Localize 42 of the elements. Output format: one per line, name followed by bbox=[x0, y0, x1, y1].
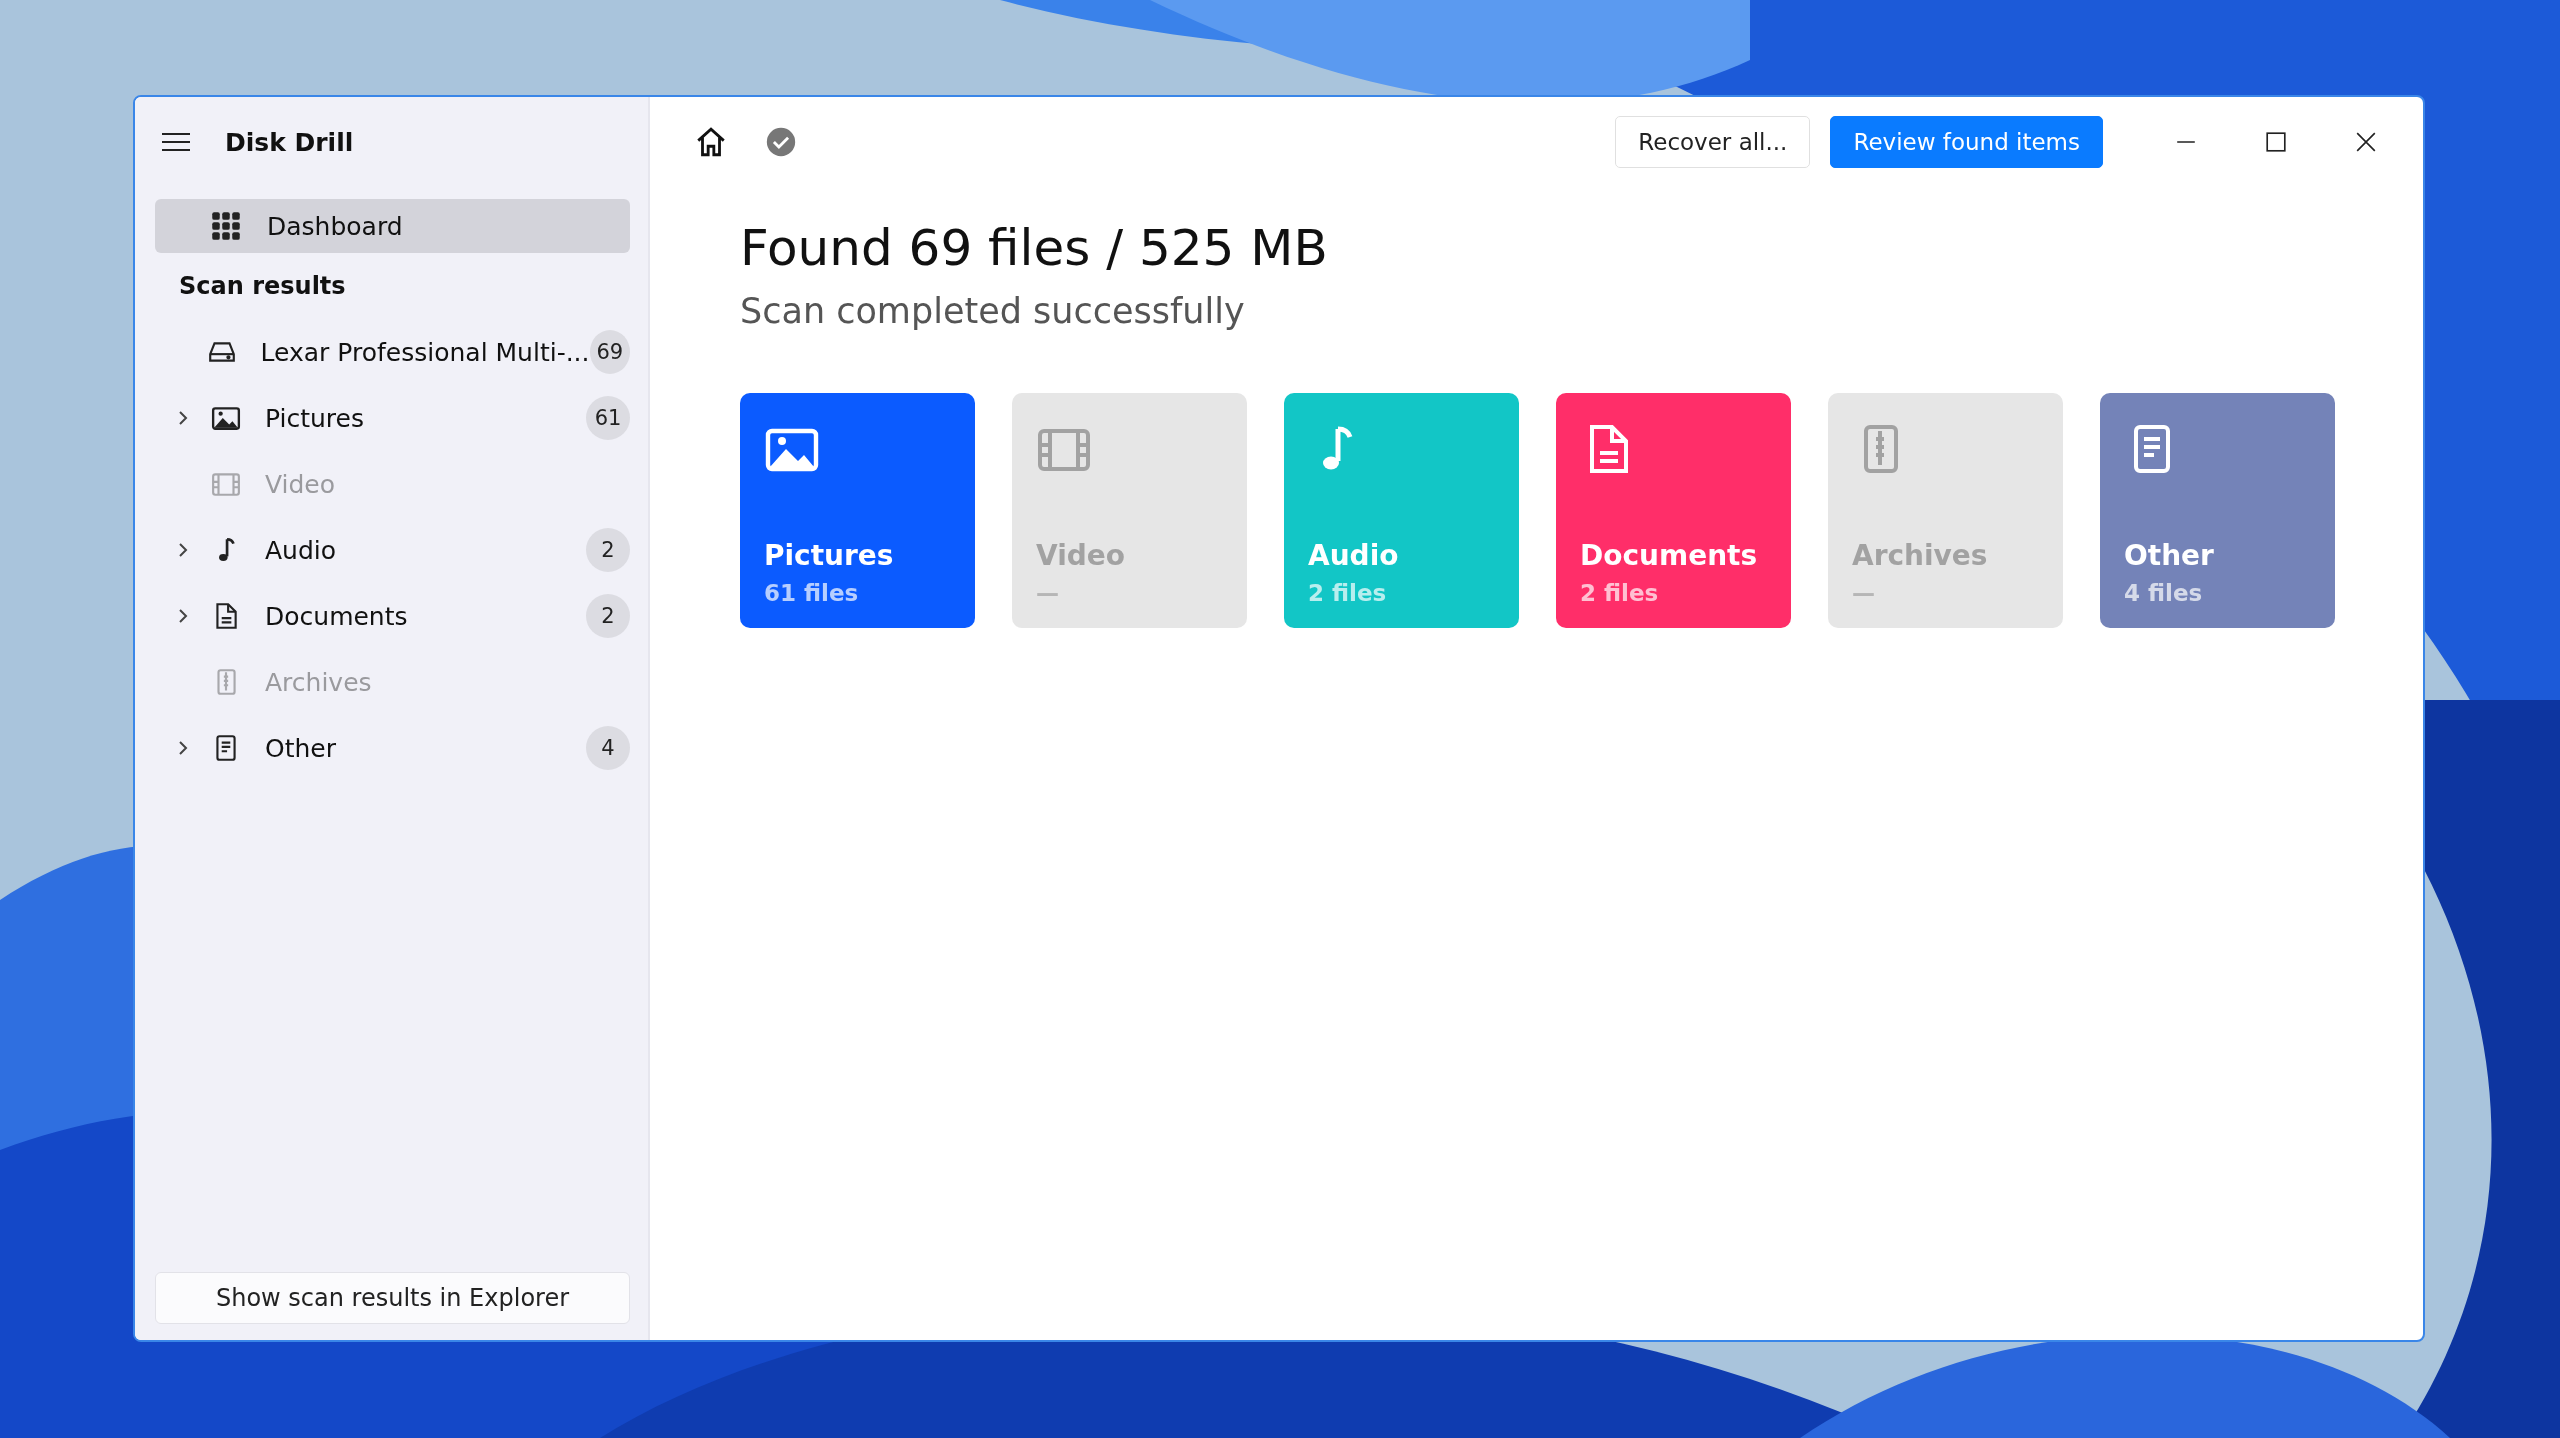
category-card[interactable]: Other 4 files bbox=[2100, 393, 2335, 628]
review-button[interactable]: Review found items bbox=[1830, 116, 2103, 168]
check-circle-icon[interactable] bbox=[764, 125, 798, 159]
grid-icon bbox=[211, 211, 241, 241]
card-title: Video bbox=[1036, 539, 1127, 572]
close-icon[interactable] bbox=[2355, 131, 2377, 153]
maximize-icon[interactable] bbox=[2265, 131, 2287, 153]
card-detail: — bbox=[1036, 580, 1060, 606]
card-title: Audio bbox=[1308, 539, 1400, 572]
category-card[interactable]: Documents 2 files bbox=[1556, 393, 1791, 628]
section-title: Scan results bbox=[178, 271, 347, 302]
card-detail: — bbox=[1852, 580, 1876, 606]
heading: Found 69 files / 525 MB bbox=[740, 219, 1329, 277]
count-badge: 2 bbox=[586, 528, 630, 572]
count-badge: 2 bbox=[586, 594, 630, 638]
card-detail: 4 files bbox=[2124, 580, 2204, 606]
app-title: Disk Drill bbox=[225, 127, 354, 157]
dashboard-nav-item[interactable]: Dashboard bbox=[155, 199, 630, 253]
status-text: Scan completed successfully bbox=[740, 291, 1246, 331]
card-title: Other bbox=[2124, 539, 2215, 572]
chevron-icon[interactable] bbox=[178, 542, 188, 558]
sidebar-item[interactable]: Other 4 bbox=[155, 715, 630, 781]
sidebar-item[interactable]: Pictures 61 bbox=[155, 385, 630, 451]
chevron-icon[interactable] bbox=[178, 608, 188, 624]
card-title: Archives bbox=[1852, 539, 1989, 572]
chevron-icon[interactable] bbox=[178, 410, 188, 426]
category-card[interactable]: Pictures 61 files bbox=[740, 393, 975, 628]
card-title: Pictures bbox=[764, 539, 895, 572]
recover-button[interactable]: Recover all... bbox=[1615, 116, 1811, 168]
count-badge: 69 bbox=[589, 330, 630, 374]
sidebar-item[interactable]: Lexar Professional Multi-... 69 bbox=[155, 319, 630, 385]
card-detail: 61 files bbox=[764, 580, 860, 606]
sidebar-item[interactable]: Audio 2 bbox=[155, 517, 630, 583]
card-detail: 2 files bbox=[1308, 580, 1388, 606]
chevron-icon[interactable] bbox=[178, 740, 188, 756]
card-detail: 2 files bbox=[1580, 580, 1660, 606]
card-title: Documents bbox=[1580, 539, 1759, 572]
show-in-explorer-button[interactable]: Show scan results in Explorer bbox=[155, 1272, 630, 1324]
count-badge: 61 bbox=[586, 396, 630, 440]
count-badge: 4 bbox=[586, 726, 630, 770]
home-icon[interactable] bbox=[694, 125, 728, 159]
sidebar-item[interactable]: Documents 2 bbox=[155, 583, 630, 649]
